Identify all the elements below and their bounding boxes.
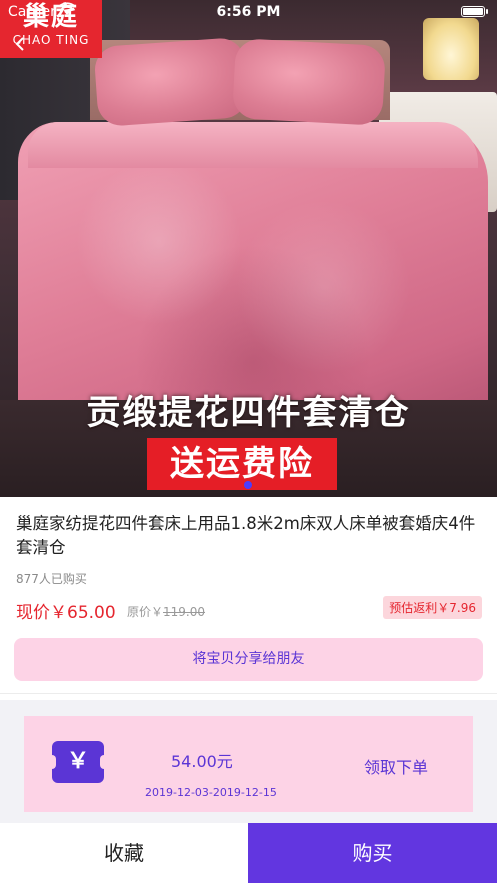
- coupon-card[interactable]: ￥ 54.00元 2019-12-03-2019-12-15 领取下单: [24, 716, 473, 812]
- lamp-decor: [423, 18, 479, 80]
- original-price: 原价￥119.00: [127, 603, 205, 620]
- claim-coupon-button[interactable]: 领取下单: [364, 754, 428, 778]
- divider: [0, 693, 497, 694]
- buy-button[interactable]: 购买: [248, 823, 497, 883]
- pillow-image: [232, 38, 386, 126]
- carousel-page-indicator: [244, 481, 252, 489]
- original-price-value: 119.00: [163, 605, 206, 619]
- share-button[interactable]: 将宝贝分享给朋友: [14, 638, 483, 681]
- current-price: 现价￥65.00: [16, 603, 116, 623]
- coupon-amount: 54.00元: [171, 752, 233, 771]
- bedding-image: [18, 122, 488, 422]
- yen-icon: ￥: [48, 741, 108, 783]
- battery-icon: [461, 6, 488, 17]
- sold-count: 877人已购买: [16, 572, 87, 586]
- favorite-button[interactable]: 收藏: [0, 823, 248, 883]
- rebate-badge: 预估返利￥7.96: [383, 596, 482, 619]
- original-price-label: 原价￥: [127, 605, 164, 619]
- back-arrow-icon[interactable]: [12, 36, 28, 52]
- bottom-action-bar: 收藏 购买: [0, 823, 497, 883]
- product-title: 巢庭家纺提花四件套床上用品1.8米2m床双人床单被套婚庆4件套清仓: [16, 514, 476, 557]
- coupon-date-range: 2019-12-03-2019-12-15: [145, 786, 277, 799]
- product-image-carousel[interactable]: 巢庭 CHAO TING 贡缎提花四件套清仓 送运费险: [0, 0, 497, 497]
- promo-badge: 送运费险: [147, 438, 337, 490]
- price-row: 现价￥65.00 原价￥119.00 预估返利￥7.96: [16, 596, 482, 623]
- status-bar: Carrier 6:56 PM: [0, 0, 497, 24]
- promo-headline: 贡缎提花四件套清仓: [86, 393, 411, 433]
- clock: 6:56 PM: [216, 4, 281, 20]
- pillow-image: [93, 36, 249, 128]
